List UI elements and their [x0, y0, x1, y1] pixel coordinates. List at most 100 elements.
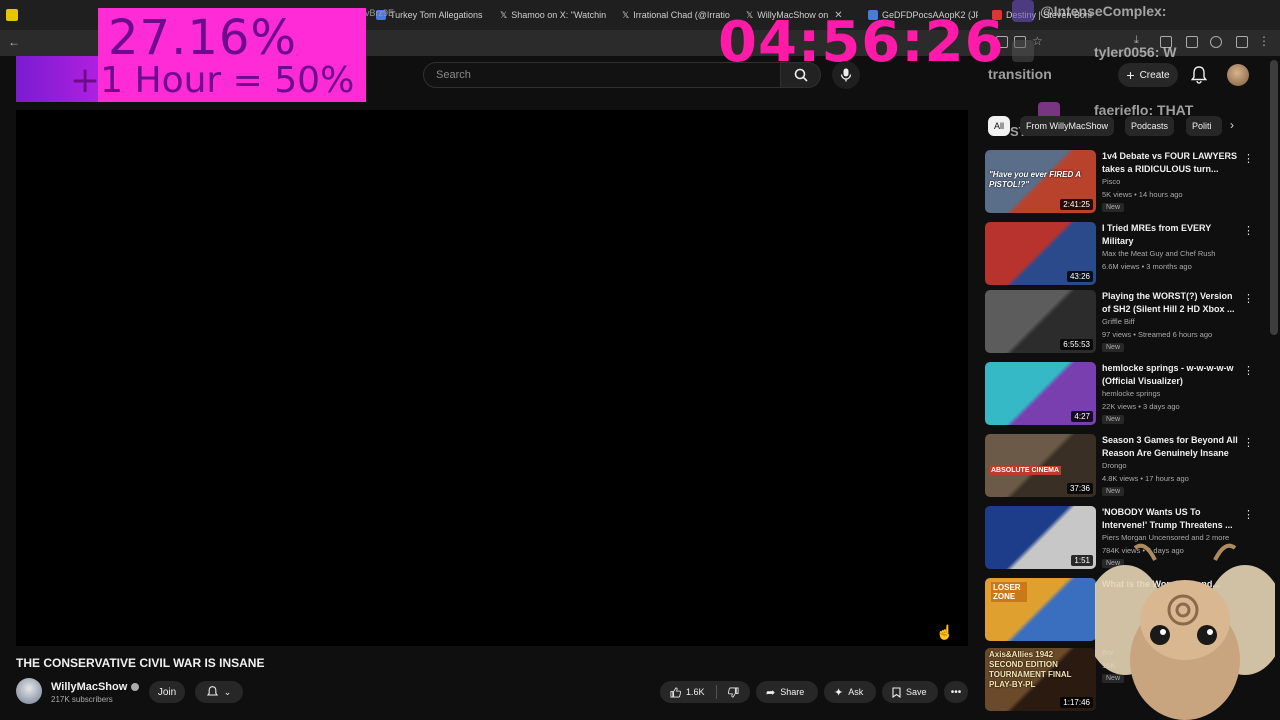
save-label: Save — [906, 687, 927, 697]
search-placeholder: Search — [436, 69, 471, 81]
user-avatar[interactable] — [1227, 64, 1249, 86]
notifications-bell-icon[interactable] — [1191, 66, 1207, 84]
bookmark-icon — [892, 686, 901, 698]
tab-favicon[interactable] — [6, 6, 20, 24]
chip-podcasts[interactable]: Podcasts — [1125, 116, 1175, 136]
video-thumbnail[interactable]: 1:51 — [985, 506, 1096, 569]
chevron-down-icon: ⌄ — [223, 686, 232, 697]
search-input[interactable]: Search — [423, 62, 781, 88]
verified-icon — [131, 683, 140, 692]
video-title[interactable]: 'NOBODY Wants US To Intervene!' Trump Th… — [1102, 506, 1240, 532]
hour-rule-text: +1 Hour = 50% — [70, 60, 355, 101]
like-count: 1.6K — [686, 687, 705, 697]
extension-icon[interactable] — [1210, 36, 1222, 48]
thumbs-up-icon — [670, 687, 681, 697]
thumbnail-caption: LOSER ZONE — [991, 582, 1027, 602]
scrollbar[interactable] — [1270, 60, 1278, 335]
create-label: Create — [1139, 69, 1170, 81]
video-channel: Pisco — [1102, 177, 1121, 186]
video-thumbnail[interactable]: LOSER ZONE — [985, 578, 1096, 641]
video-channel: Griffle Biff — [1102, 317, 1135, 326]
browser-tab[interactable]: 𝕏 Irrational Chad (@Irratio✕ — [622, 6, 732, 24]
video-title[interactable]: Season 3 Games for Beyond All Reason Are… — [1102, 434, 1240, 460]
chat-line: @IntenseComplex: — [1040, 3, 1167, 19]
video-menu-icon[interactable]: ⋮ — [1243, 508, 1254, 521]
chip-politics[interactable]: Politi — [1186, 116, 1222, 136]
chat-line: tyler0056: W — [1094, 44, 1177, 60]
thumbnail-caption: Axis&Allies 1942 SECOND EDITION TOURNAME… — [989, 650, 1072, 689]
bell-icon — [206, 686, 218, 696]
video-duration: 1:51 — [1071, 555, 1093, 566]
video-channel: Drongo — [1102, 461, 1127, 470]
video-title[interactable]: hemlocke springs - w-w-w-w-w (Official V… — [1102, 362, 1240, 388]
browser-tab[interactable]: 𝕏 Shamoo on X: "Watchin✕ — [500, 6, 610, 24]
video-thumbnail[interactable]: 4:27 — [985, 362, 1096, 425]
thumbnail-caption: "Have you ever FIRED A PISTOL!?" — [989, 170, 1081, 189]
video-duration: 6:55:53 — [1060, 339, 1093, 350]
video-thumbnail[interactable]: 1:17:46 Axis&Allies 1942 SECOND EDITION T… — [985, 648, 1096, 711]
video-title[interactable]: I Tried MREs from EVERY Military — [1102, 222, 1240, 248]
video-title: THE CONSERVATIVE CIVIL WAR IS INSANE — [16, 656, 265, 670]
video-thumbnail[interactable]: 2:41:25 "Have you ever FIRED A PISTOL!?" — [985, 150, 1096, 213]
percent-value: 27.16% — [108, 10, 298, 66]
video-title[interactable]: Playing the WORST(?) Version of SH2 (Sil… — [1102, 290, 1240, 316]
video-thumbnail[interactable]: 37:36 ABSOLUTE CINEMA — [985, 434, 1096, 497]
more-horizontal-icon: ••• — [950, 686, 962, 698]
subscriber-count: 217K subscribers — [51, 695, 113, 704]
plus-icon: + — [1126, 67, 1135, 83]
tab-label: Irrational Chad (@Irratio — [633, 10, 730, 20]
like-button[interactable]: 1.6K — [670, 687, 705, 698]
video-menu-icon[interactable]: ⋮ — [1243, 436, 1254, 449]
video-menu-icon[interactable]: ⋮ — [1243, 292, 1254, 305]
more-actions-button[interactable]: ••• — [944, 681, 968, 703]
chip-from-channel[interactable]: From WillyMacShow — [1020, 116, 1115, 136]
video-duration: 4:27 — [1071, 411, 1093, 422]
join-button[interactable]: Join — [149, 681, 185, 703]
video-menu-icon[interactable]: ⋮ — [1243, 364, 1254, 377]
tab-label: Turkey Tom Allegations — [390, 10, 483, 20]
video-duration: 43:26 — [1066, 271, 1093, 282]
chip-all[interactable]: All — [988, 116, 1011, 136]
app-icon — [6, 9, 18, 21]
video-channel: Max the Meat Guy and Chef Rush — [1102, 249, 1216, 258]
new-badge: New — [1102, 203, 1125, 212]
menu-dots-icon[interactable]: ⋮ — [1258, 34, 1270, 48]
share-button[interactable]: ➦ Share — [756, 681, 818, 703]
video-menu-icon[interactable]: ⋮ — [1243, 152, 1254, 165]
video-player[interactable] — [16, 110, 968, 646]
search-button[interactable] — [781, 62, 821, 88]
thumbnail-caption: ABSOLUTE CINEMA — [989, 466, 1062, 475]
video-meta: 5K views • 14 hours ago — [1102, 190, 1183, 199]
ask-button[interactable]: ✦ Ask — [824, 681, 876, 703]
tab-label: Shamoo on X: "Watchin — [511, 10, 607, 20]
video-meta: 6.6M views • 3 months ago — [1102, 262, 1192, 271]
x-logo-icon: 𝕏 — [500, 9, 508, 20]
thumbs-down-icon[interactable] — [727, 687, 739, 698]
puzzle-icon[interactable] — [1236, 36, 1248, 48]
mascot-moth-icon — [1095, 543, 1275, 720]
microphone-icon — [840, 68, 852, 82]
share-label: Share — [780, 687, 805, 697]
extension-icon[interactable] — [1186, 36, 1198, 48]
mouse-cursor-icon: ☝ — [936, 624, 954, 640]
share-arrow-icon: ➦ — [766, 686, 776, 699]
video-thumbnail[interactable]: 43:26 — [985, 222, 1096, 285]
channel-name[interactable]: WillyMacShow — [51, 681, 140, 693]
url-text[interactable]: vBrz9E — [365, 8, 394, 18]
new-badge: New — [1102, 343, 1125, 352]
voice-search-button[interactable] — [832, 61, 860, 89]
create-button[interactable]: + Create — [1118, 63, 1178, 87]
video-duration: 37:36 — [1066, 483, 1093, 494]
video-menu-icon[interactable]: ⋮ — [1243, 224, 1254, 237]
video-meta: 97 views • Streamed 6 hours ago — [1102, 330, 1213, 339]
video-duration: 2:41:25 — [1060, 199, 1093, 210]
back-arrow-icon[interactable]: ← — [8, 35, 20, 49]
chevron-right-icon[interactable]: › — [1230, 118, 1234, 132]
video-title[interactable]: 1v4 Debate vs FOUR LAWYERS takes a RIDIC… — [1102, 150, 1240, 176]
chat-badge-icon — [1012, 40, 1034, 62]
channel-avatar[interactable] — [16, 678, 42, 704]
subscription-notifications-button[interactable]: ⌄ — [195, 681, 243, 703]
save-button[interactable]: Save — [882, 681, 938, 703]
video-thumbnail[interactable]: 6:55:53 — [985, 290, 1096, 353]
video-meta: 4.8K views • 17 hours ago — [1102, 474, 1189, 483]
